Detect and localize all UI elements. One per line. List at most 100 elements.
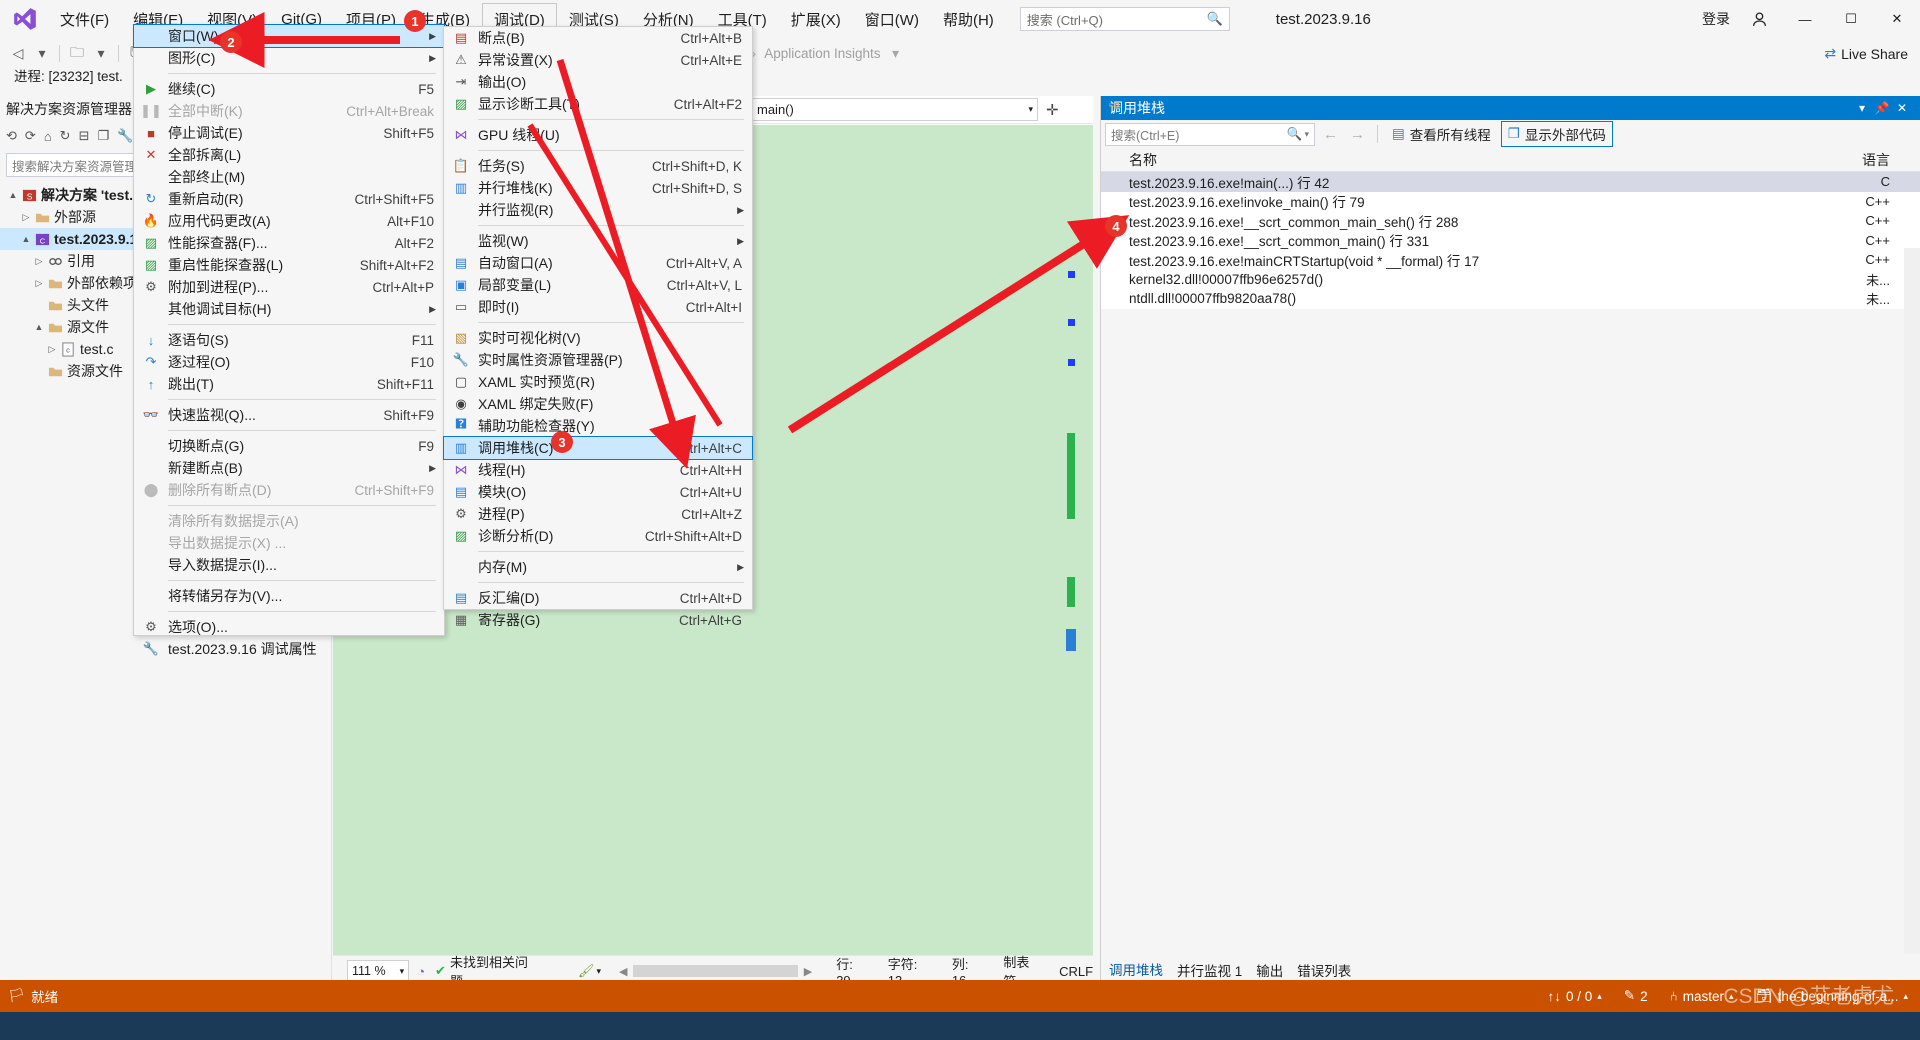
menu-item[interactable]: ▢ XAML 实时预览(R) [444,371,752,393]
view-all-threads-button[interactable]: ▤ 查看所有线程 [1386,122,1497,146]
refresh-icon[interactable]: ↻ [60,128,71,144]
menu-item[interactable]: 监视(W) ▶ [444,230,752,252]
call-stack-row[interactable]: kernel32.dll!00007ffb96e6257d() 未... [1101,269,1920,289]
expand-chevron-icon[interactable]: ▷ [45,344,59,355]
zoom-selector[interactable]: 111 % ▾ [347,960,410,982]
menu-item[interactable]: ↷ 逐过程(O) F10 [134,351,444,373]
call-stack-row[interactable]: ntdll.dll!00007ffb9820aa78() 未... [1101,289,1920,309]
menu-item[interactable]: ⋈ GPU 线程(U) [444,124,752,146]
home-icon[interactable]: ⌂ [44,129,52,144]
menu-item[interactable]: ▧ 实时可视化树(V) [444,327,752,349]
call-stack-row[interactable]: test.2023.9.16.exe!mainCRTStartup(void *… [1101,250,1920,270]
sign-in-label[interactable]: 登录 [1702,9,1730,29]
properties-icon[interactable]: 🔧 [117,128,133,144]
dock-tab[interactable]: 调用堆栈 [1109,959,1163,981]
menu-item[interactable]: 其他调试目标(H) ▶ [134,298,444,320]
pending-changes[interactable]: ✎ 2 [1624,988,1648,1004]
close-icon[interactable]: ✕ [1892,101,1912,115]
process-selector-label[interactable]: 进程: [23232] test. [14,65,123,85]
menu-item[interactable]: 📋 任务(S) Ctrl+Shift+D, K [444,155,752,177]
menu-12[interactable]: 帮助(H) [931,3,1006,36]
hscroll-left-icon[interactable]: ◀ [619,965,627,978]
forward-icon[interactable]: ⟳ [25,128,36,144]
collapse-all-icon[interactable]: ⊟ [79,128,90,144]
menu-item[interactable]: 切换断点(G) F9 [134,435,444,457]
hscroll-right-icon[interactable]: ▶ [804,965,812,978]
menu-item[interactable]: ▶ 继续(C) F5 [134,78,444,100]
dock-tab[interactable]: 并行监视 1 [1177,960,1242,980]
account-icon[interactable] [1736,0,1782,38]
menu-item[interactable]: ⇥ 输出(O) [444,71,752,93]
menu-item[interactable]: ▤ 反汇编(D) Ctrl+Alt+D [444,587,752,609]
menu-item[interactable]: ▥ 调用堆栈(C) Ctrl+Alt+C [443,436,753,460]
call-stack-toolbar[interactable]: 搜索(Ctrl+E) 🔍 ▾ ← → ▤ 查看所有线程 ❐ 显示外部代码 [1101,120,1920,148]
menu-item[interactable]: ■ 停止调试(E) Shift+F5 [134,122,444,144]
menu-item[interactable]: ▤ 自动窗口(A) Ctrl+Alt+V, A [444,252,752,274]
menu-item[interactable]: 并行监视(R) ▶ [444,199,752,221]
code-cleanup-dropdown-icon[interactable]: ▾ [596,966,601,977]
menu-item[interactable]: 窗口(W) ▶ [133,24,445,48]
code-cleanup-icon[interactable]: 🖌 [578,963,595,979]
debug-window-submenu[interactable]: ▤ 断点(B) Ctrl+Alt+B ⚠ 异常设置(X) Ctrl+Alt+E ⇥ 输出(O)… [443,26,753,628]
call-stack-row[interactable]: test.2023.9.16.exe!invoke_main() 行 79 C++ [1101,191,1920,211]
menu-item[interactable]: ▨ 显示诊断工具(T) Ctrl+Alt+F2 [444,93,752,115]
search-options-dropdown-icon[interactable]: ▾ [1304,129,1309,140]
search-icon[interactable]: 🔍 [1287,127,1303,142]
menu-0[interactable]: 文件(F) [48,3,121,36]
call-stack-search-input[interactable]: 搜索(Ctrl+E) 🔍 ▾ [1105,122,1315,146]
minimize-button[interactable]: — [1782,0,1828,38]
expand-chevron-icon[interactable]: ▲ [19,234,33,244]
back-icon[interactable]: ⟲ [6,128,17,144]
panel-dropdown-icon[interactable]: ▾ [1852,101,1872,115]
menu-item[interactable]: ▨ 性能探查器(F)... Alt+F2 [134,232,444,254]
source-control-sync[interactable]: ↑↓ 0 / 0 ▴ [1547,989,1601,1004]
dock-tab[interactable]: 输出 [1256,960,1283,980]
menu-item[interactable]: 🔧 实时属性资源管理器(P) [444,349,752,371]
expand-chevron-icon[interactable]: ▷ [19,212,33,223]
call-stack-row[interactable]: ⇨ test.2023.9.16.exe!main(...) 行 42 C [1101,97,1920,192]
menu-item[interactable]: 将转储另存为(V)... [134,585,444,607]
call-stack-row[interactable]: test.2023.9.16.exe!__scrt_common_main() … [1101,230,1920,250]
global-search-box[interactable]: 搜索 (Ctrl+Q) 🔍 [1019,7,1230,31]
menu-item[interactable]: ▭ 即时(I) Ctrl+Alt+I [444,296,752,318]
menu-item[interactable]: 图形(C) ▶ [134,47,444,69]
menu-item[interactable]: ⋈ 线程(H) Ctrl+Alt+H [444,459,752,481]
menu-item[interactable]: 🔥 应用代码更改(A) Alt+F10 [134,210,444,232]
menu-item[interactable]: ▨ 诊断分析(D) Ctrl+Shift+Alt+D [444,525,752,547]
maximize-button[interactable]: ☐ [1828,0,1874,38]
menu-item[interactable]: ⚙ 附加到进程(P)... Ctrl+Alt+P [134,276,444,298]
menu-item[interactable]: ▨ 重启性能探查器(L) Shift+Alt+F2 [134,254,444,276]
expand-chevron-icon[interactable]: ▷ [32,256,46,267]
editor-member-selector[interactable]: ◈ main() ▾ [738,98,1038,121]
menu-item[interactable]: ▤ 模块(O) Ctrl+Alt+U [444,481,752,503]
menu-item[interactable]: ▥ 并行堆栈(K) Ctrl+Shift+D, S [444,177,752,199]
debug-menu-dropdown[interactable]: 窗口(W) ▶ 图形(C) ▶ ▶ 继续(C) F5 ❚❚ 全部中断(K) Ctrl+Alt+Br… [133,24,445,657]
call-stack-column-header[interactable]: 名称 语言 [1101,148,1920,172]
menu-item[interactable]: ⚙ 选项(O)... [134,616,444,638]
menu-item[interactable]: 🯄 辅助功能检查器(Y) [444,415,752,437]
split-editor-icon[interactable]: ✛ [1046,101,1059,119]
menu-item[interactable]: 全部终止(M) [134,166,444,188]
next-frame-icon[interactable]: → [1346,126,1369,143]
show-all-files-icon[interactable]: ❐ [97,128,109,144]
menu-item[interactable]: ⚙ 进程(P) Ctrl+Alt+Z [444,503,752,525]
show-external-code-button[interactable]: ❐ 显示外部代码 [1500,121,1613,147]
dock-tab[interactable]: 错误列表 [1297,960,1351,980]
close-button[interactable]: ✕ [1874,0,1920,38]
previous-frame-icon[interactable]: ← [1319,126,1342,143]
menu-item[interactable]: ▦ 寄存器(G) Ctrl+Alt+G [444,609,752,631]
menu-item[interactable]: ↓ 逐语句(S) F11 [134,329,444,351]
menu-item[interactable]: 内存(M) ▶ [444,556,752,578]
call-stack-row[interactable]: test.2023.9.16.exe!__scrt_common_main_se… [1101,211,1920,231]
menu-item[interactable]: 👓 快速监视(Q)... Shift+F9 [134,404,444,426]
expand-chevron-icon[interactable]: ▲ [32,322,46,332]
menu-item[interactable]: 导入数据提示(I)... [134,554,444,576]
menu-item[interactable]: 新建断点(B) ▶ [134,457,444,479]
expand-chevron-icon[interactable]: ▲ [6,190,20,200]
menu-10[interactable]: 扩展(X) [779,3,853,36]
menu-item[interactable]: ✕ 全部拆离(L) [134,144,444,166]
horizontal-scrollbar[interactable] [633,965,798,977]
menu-item[interactable]: 🔧 test.2023.9.16 调试属性 [134,638,444,660]
menu-11[interactable]: 窗口(W) [853,3,931,36]
live-share-button[interactable]: ⇄ Live Share [1824,45,1920,62]
